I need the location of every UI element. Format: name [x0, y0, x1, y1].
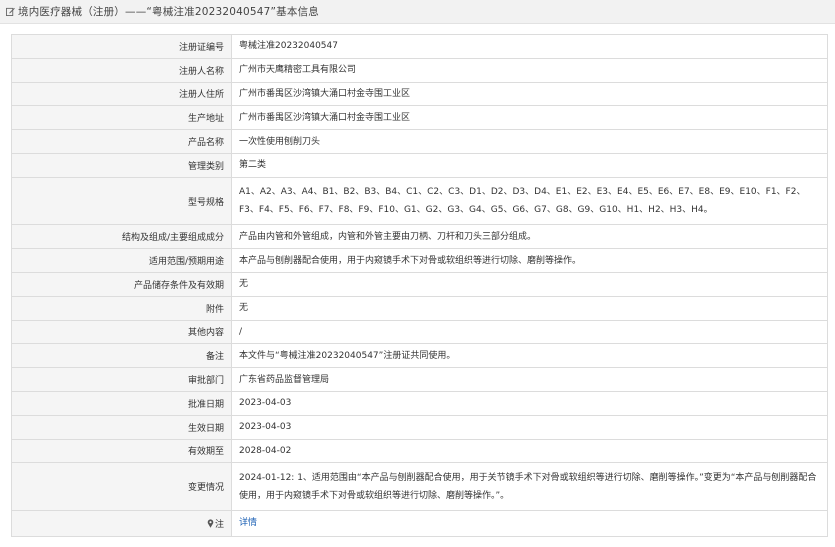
row-label: 变更情况 — [11, 462, 232, 511]
table-row: 有效期至 2028-04-02 — [11, 438, 828, 464]
row-label: 型号规格 — [11, 176, 232, 226]
row-value: 第二类 — [231, 152, 828, 178]
row-label: 注册人住所 — [11, 81, 232, 107]
row-value: 无 — [231, 295, 828, 321]
row-value: 本产品与刨削器配合使用，用于内窥镜手术下对骨或软组织等进行切除、磨削等操作。 — [231, 248, 828, 273]
row-value: 广东省药品监督管理局 — [231, 367, 828, 392]
row-value: 2023-04-03 — [231, 414, 828, 440]
table-row: 附件 无 — [11, 295, 828, 321]
row-label: 管理类别 — [11, 152, 232, 178]
row-value: / — [231, 319, 828, 345]
table-row: 其他内容 / — [11, 319, 828, 345]
table-row: 型号规格 A1、A2、A3、A4、B1、B2、B3、B4、C1、C2、C3、D1… — [11, 176, 828, 226]
row-label: 审批部门 — [11, 367, 232, 392]
row-value: 一次性使用刨削刀头 — [231, 129, 828, 154]
row-value: A1、A2、A3、A4、B1、B2、B3、B4、C1、C2、C3、D1、D2、D… — [231, 176, 828, 226]
page-title: 境内医疗器械（注册）——“粤械注准20232040547”基本信息 — [18, 6, 319, 18]
table-row: 生产地址 广州市番禺区沙湾镇大涌口村金寺围工业区 — [11, 105, 828, 131]
details-link[interactable]: 详情 — [239, 518, 257, 528]
note-value-cell: 详情 — [231, 509, 828, 537]
row-label: 有效期至 — [11, 438, 232, 464]
row-value: 本文件与“粤械注准20232040547”注册证共同使用。 — [231, 343, 828, 369]
row-value: 广州市番禺区沙湾镇大涌口村金寺围工业区 — [231, 81, 828, 107]
table-row: 审批部门 广东省药品监督管理局 — [11, 367, 828, 392]
row-value: 无 — [231, 271, 828, 297]
row-label: 注册证编号 — [11, 34, 232, 59]
note-label-cell: 注 — [11, 509, 232, 537]
row-value: 2023-04-03 — [231, 390, 828, 416]
note-label: 注 — [214, 519, 224, 530]
row-label: 其他内容 — [11, 319, 232, 345]
table-row: 注册证编号 粤械注准20232040547 — [11, 34, 828, 59]
table-row: 注册人住所 广州市番禺区沙湾镇大涌口村金寺围工业区 — [11, 81, 828, 107]
edit-icon — [6, 7, 15, 16]
table-row: 注册人名称 广州市天鹰精密工具有限公司 — [11, 57, 828, 83]
row-label: 产品储存条件及有效期 — [11, 271, 232, 297]
row-label: 批准日期 — [11, 390, 232, 416]
row-value: 产品由内管和外管组成，内管和外管主要由刀柄、刀杆和刀头三部分组成。 — [231, 224, 828, 250]
pin-icon — [207, 519, 214, 528]
row-label: 注册人名称 — [11, 57, 232, 83]
row-label: 适用范围/预期用途 — [11, 248, 232, 273]
table-row: 批准日期 2023-04-03 — [11, 390, 828, 416]
row-value: 广州市天鹰精密工具有限公司 — [231, 57, 828, 83]
row-value: 2024-01-12: 1、适用范围由“本产品与刨削器配合使用，用于关节镜手术下… — [231, 462, 828, 511]
table-row: 管理类别 第二类 — [11, 152, 828, 178]
page-header: 境内医疗器械（注册）——“粤械注准20232040547”基本信息 — [0, 0, 835, 24]
row-label: 结构及组成/主要组成成分 — [11, 224, 232, 250]
row-value: 粤械注准20232040547 — [231, 34, 828, 59]
row-label: 附件 — [11, 295, 232, 321]
row-value: 广州市番禺区沙湾镇大涌口村金寺围工业区 — [231, 105, 828, 131]
table-row: 产品储存条件及有效期 无 — [11, 271, 828, 297]
row-value: 2028-04-02 — [231, 438, 828, 464]
row-label: 产品名称 — [11, 129, 232, 154]
table-row: 结构及组成/主要组成成分 产品由内管和外管组成，内管和外管主要由刀柄、刀杆和刀头… — [11, 224, 828, 250]
table-row: 备注 本文件与“粤械注准20232040547”注册证共同使用。 — [11, 343, 828, 369]
registration-info-table: 注册证编号 粤械注准20232040547 注册人名称 广州市天鹰精密工具有限公… — [11, 34, 828, 537]
table-row: 适用范围/预期用途 本产品与刨削器配合使用，用于内窥镜手术下对骨或软组织等进行切… — [11, 248, 828, 273]
row-label: 备注 — [11, 343, 232, 369]
table-row: 生效日期 2023-04-03 — [11, 414, 828, 440]
row-label: 生产地址 — [11, 105, 232, 131]
table-row: 产品名称 一次性使用刨削刀头 — [11, 129, 828, 154]
table-row-note: 注 详情 — [11, 509, 828, 537]
row-label: 生效日期 — [11, 414, 232, 440]
table-row: 变更情况 2024-01-12: 1、适用范围由“本产品与刨削器配合使用，用于关… — [11, 462, 828, 511]
